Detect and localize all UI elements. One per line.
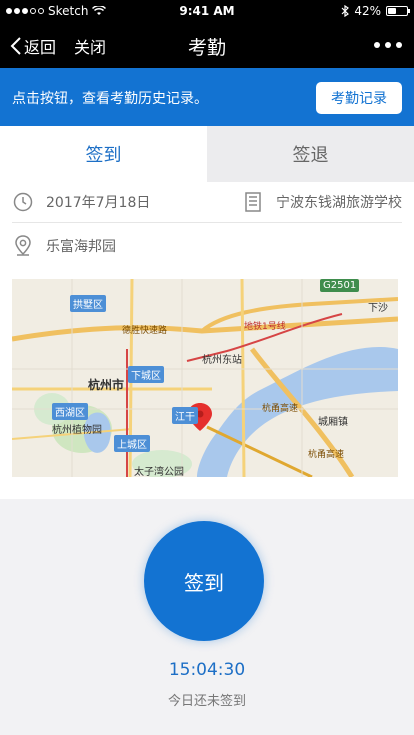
battery-fill [388,8,396,14]
attendance-record-button[interactable]: 考勤记录 [316,82,402,114]
map-label-gongshu: 拱墅区 [70,295,106,312]
more-dot-icon [396,42,402,48]
map-label-g2501: G2501 [320,279,360,292]
status-right: 42% [341,4,410,18]
date-text: 2017年7月18日 [46,195,151,211]
battery-percent: 42% [354,4,381,18]
school-group: 宁波东钱湖旅游学校 [242,191,402,213]
map-label-hangzhou-east: 杭州东站 [202,355,242,366]
status-bar: Sketch 9:41 AM 42% [0,0,414,22]
map-label-xihu: 西湖区 [52,403,88,420]
attendance-info-card: 2017年7月18日 宁波东钱湖旅游学校 乐富海邦园 拱墅区 下城区 杭州市 西… [0,182,414,499]
bluetooth-icon [341,5,350,17]
more-dot-icon [374,42,380,48]
location-text: 乐富海邦园 [46,239,116,255]
current-time: 15:04:30 [168,660,246,680]
map-label-shangcheng: 上城区 [114,435,150,452]
road-label-desheng: 德胜快速路 [122,326,168,336]
sign-status-text: 今日还未签到 [167,694,246,709]
tab-sign-out[interactable]: 签退 [207,126,414,182]
map-label-taiziwan: 太子湾公园 [134,467,184,477]
map-label-botanical: 杭州植物园 [52,425,102,436]
map-label-xiacheng: 下城区 [128,366,164,383]
tab-sign-in[interactable]: 签到 [0,126,207,182]
sign-tabs: 签到 签退 [0,126,414,182]
page-title: 考勤 [187,37,226,59]
more-dot-icon [385,42,391,48]
map-label-chengchao: 城厢镇 [318,417,348,428]
location-row: 乐富海邦园 [12,226,402,266]
history-hint-bar: 点击按钮，查看考勤历史记录。 考勤记录 [0,68,414,126]
map-label-jianggan: 江干 [172,407,198,424]
school-name: 宁波东钱湖旅游学校 [276,195,402,211]
navigation-bar: 返回 关闭 考勤 [0,22,414,68]
map-label-hangzhou: 杭州市 [88,378,125,392]
sign-in-button[interactable]: 签到 [144,521,264,641]
building-icon [242,191,264,213]
battery-icon [386,6,410,16]
map-label-metro1: 地铁1号线 [244,322,286,332]
location-map[interactable]: 拱墅区 下城区 杭州市 西湖区 上城区 江干 杭州东站 杭州植物园 太子湾公园 … [12,279,398,477]
map-label-xiasha: 下沙 [368,303,388,314]
hint-text: 点击按钮，查看考勤历史记录。 [12,91,208,107]
location-pin-icon [12,235,34,257]
road-label-hangnan: 杭甬高速 [308,450,345,460]
more-menu-button[interactable] [374,42,402,48]
clock-icon [12,191,34,213]
road-label-hangyong: 杭甬高速 [262,404,299,414]
date-school-row: 2017年7月18日 宁波东钱湖旅游学校 [12,182,402,223]
